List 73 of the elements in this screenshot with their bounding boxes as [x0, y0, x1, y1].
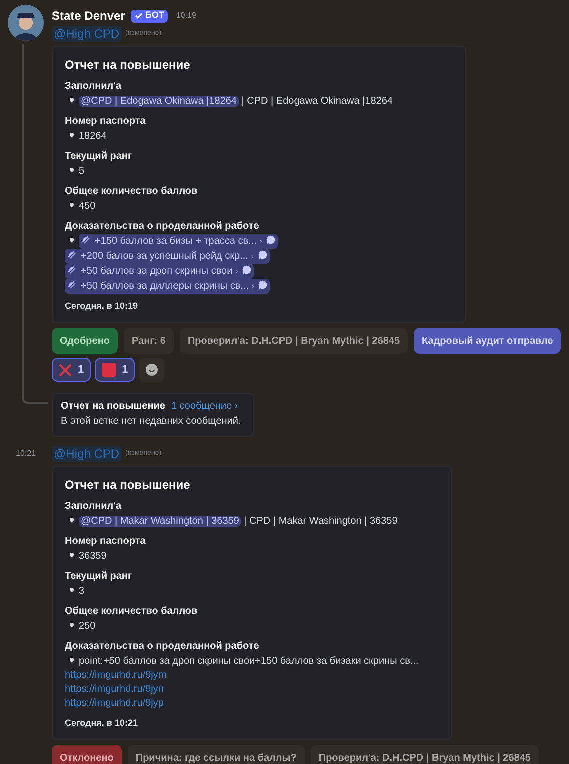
- action-button[interactable]: Отклонено: [52, 745, 122, 764]
- field-name: Доказательства о проделанной работе: [65, 220, 260, 234]
- thread-icon: [81, 235, 91, 245]
- field-value: 36359: [79, 551, 107, 562]
- field-value: 250: [79, 621, 96, 632]
- channel-link[interactable]: +200 балов за успешный рейд скр... ›: [65, 249, 270, 264]
- field-name: Текущий ранг: [65, 150, 134, 164]
- thread-card[interactable]: Отчет на повышение 1 сообщение › В этой ветке нет недавних сообщений.: [52, 393, 254, 437]
- link[interactable]: https://imgurhd.ru/9jym: [65, 669, 167, 683]
- channel-link[interactable]: +50 баллов за диллеры скрины св... ›: [65, 279, 270, 294]
- bullet-icon: [70, 168, 74, 172]
- thread-icon: [67, 250, 77, 260]
- bullet-icon: [70, 203, 74, 207]
- field-value: 5: [79, 166, 85, 177]
- link[interactable]: https://imgurhd.ru/9jyp: [65, 697, 164, 711]
- thread-note: В этой ветке нет недавних сообщений.: [61, 415, 242, 429]
- thread-link[interactable]: 1 сообщение ›: [171, 400, 238, 414]
- action-button[interactable]: Проверил'а: D.H.CPD | Bryan Mythic | 26845: [180, 328, 408, 354]
- channel-link[interactable]: +50 баллов за дроп скрины свои ›: [65, 264, 254, 279]
- bullet-icon: [70, 623, 74, 627]
- bullet-icon: [70, 133, 74, 137]
- field-value: 450: [79, 201, 96, 212]
- thread-title: Отчет на повышение: [61, 400, 166, 414]
- thread-icon: [67, 265, 77, 275]
- square-icon: [102, 363, 116, 377]
- field-name: Номер паспорта: [65, 535, 147, 549]
- field-name: Заполнил'а: [65, 80, 123, 94]
- chat-bubble-icon: [258, 250, 268, 260]
- reaction-button[interactable]: 1: [52, 358, 92, 382]
- chat-bubble-icon: [258, 280, 268, 290]
- check-icon: [135, 12, 144, 20]
- bot-badge: БОТ: [131, 10, 168, 22]
- reaction-button[interactable]: 1: [95, 358, 136, 382]
- smiley-icon: [146, 364, 158, 376]
- embed-footer: Сегодня, в 10:19: [65, 300, 453, 312]
- bullet-icon: [70, 98, 74, 102]
- chat-bubble-icon: [242, 265, 252, 275]
- field-name: Текущий ранг: [65, 570, 134, 584]
- field-name: Номер паспорта: [65, 115, 147, 129]
- field-name: Заполнил'а: [65, 500, 123, 514]
- link[interactable]: https://imgurhd.ru/9jyn: [65, 683, 164, 697]
- action-button[interactable]: Проверил'а: D.H.CPD | Bryan Mythic | 26845: [310, 745, 539, 764]
- thread-icon: [67, 280, 77, 290]
- field-name: Общее количество баллов: [65, 605, 199, 619]
- embed-title: Отчет на повышение: [65, 57, 192, 73]
- add-reaction-button[interactable]: [139, 358, 166, 382]
- message-time: 10:21: [15, 448, 38, 460]
- field-name: Доказательства о проделанной работе: [65, 640, 260, 654]
- embed-title: Отчет на повышение: [65, 477, 192, 493]
- field-value: | CPD | Edogawa Okinawa |18264: [240, 96, 393, 107]
- user-mention[interactable]: @CPD | Makar Washington | 36359: [79, 516, 242, 527]
- action-button[interactable]: Одобрено: [52, 328, 118, 354]
- cross-icon: [59, 364, 72, 376]
- bullet-icon: [70, 238, 74, 242]
- action-button[interactable]: Ранг: 6: [124, 328, 174, 354]
- bullet-icon: [70, 518, 74, 522]
- field-value: 3: [79, 586, 85, 597]
- embed-footer: Сегодня, в 10:21: [65, 717, 439, 729]
- bullet-icon: [70, 588, 74, 592]
- chat-bubble-icon: [266, 235, 276, 245]
- field-name: Общее количество баллов: [65, 185, 199, 199]
- bullet-icon: [70, 658, 74, 662]
- bullet-icon: [70, 553, 74, 557]
- action-button[interactable]: Причина: где ссылки на баллы?: [128, 745, 305, 764]
- channel-link[interactable]: +150 баллов за бизы + трасса св... ›: [79, 234, 278, 249]
- field-value: 18264: [79, 131, 107, 142]
- action-button[interactable]: Кадровый аудит отправле: [414, 328, 562, 354]
- message-time: 10:19: [176, 10, 196, 22]
- field-value: | CPD | Makar Washington | 36359: [243, 516, 398, 527]
- author-name[interactable]: State Denver: [52, 7, 126, 25]
- field-value: point:+50 баллов за дроп скрины свои+150 баллов за бизаки скрины св...: [79, 656, 419, 667]
- user-mention[interactable]: @CPD | Edogawa Okinawa |18264: [79, 96, 239, 107]
- avatar: [8, 5, 44, 41]
